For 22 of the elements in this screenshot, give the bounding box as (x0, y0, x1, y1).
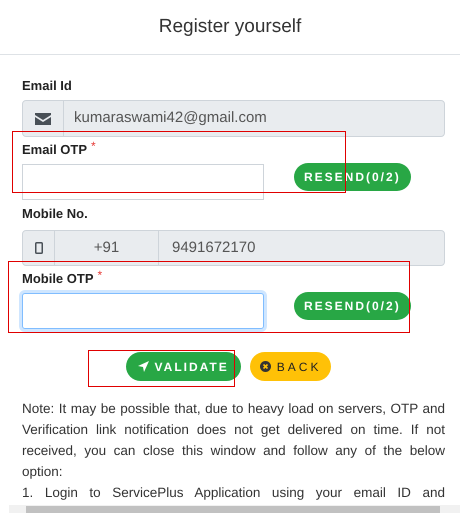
mobile-value: 9491672170 (171, 238, 256, 258)
field-label: Email OTP (22, 141, 88, 159)
phone-icon (34, 242, 42, 254)
otp-input[interactable] (22, 293, 264, 329)
close-icon (260, 361, 271, 372)
back-button[interactable]: BACK (250, 352, 332, 381)
country-code: +91 (55, 231, 159, 265)
field-label: Email Id (22, 77, 72, 95)
email-field[interactable]: kumaraswami42@gmail.com (22, 100, 445, 137)
required-mark: * (98, 269, 102, 281)
envelope-icon (35, 112, 51, 124)
field-label: Mobile No. (22, 205, 88, 223)
dialog-title: Register yourself (158, 14, 302, 39)
horizontal-scrollbar[interactable] (9, 505, 460, 513)
note-text: Note: It may be possible that, due to heavy load on servers, OTP and Verification link notification does not get delivered on time. If not received, you can close this window and follow any of the below option: (22, 400, 445, 481)
field-label: Mobile OTP (22, 270, 94, 288)
navigation-arrow-icon (138, 361, 149, 372)
email-value: kumaraswami42@gmail.com (73, 108, 268, 128)
mobile-field[interactable]: +91 9491672170 (22, 230, 445, 266)
note-text: 1. Login to ServicePlus Application using your email ID and (22, 484, 445, 502)
required-mark: * (91, 140, 96, 152)
otp-input[interactable] (22, 164, 264, 200)
